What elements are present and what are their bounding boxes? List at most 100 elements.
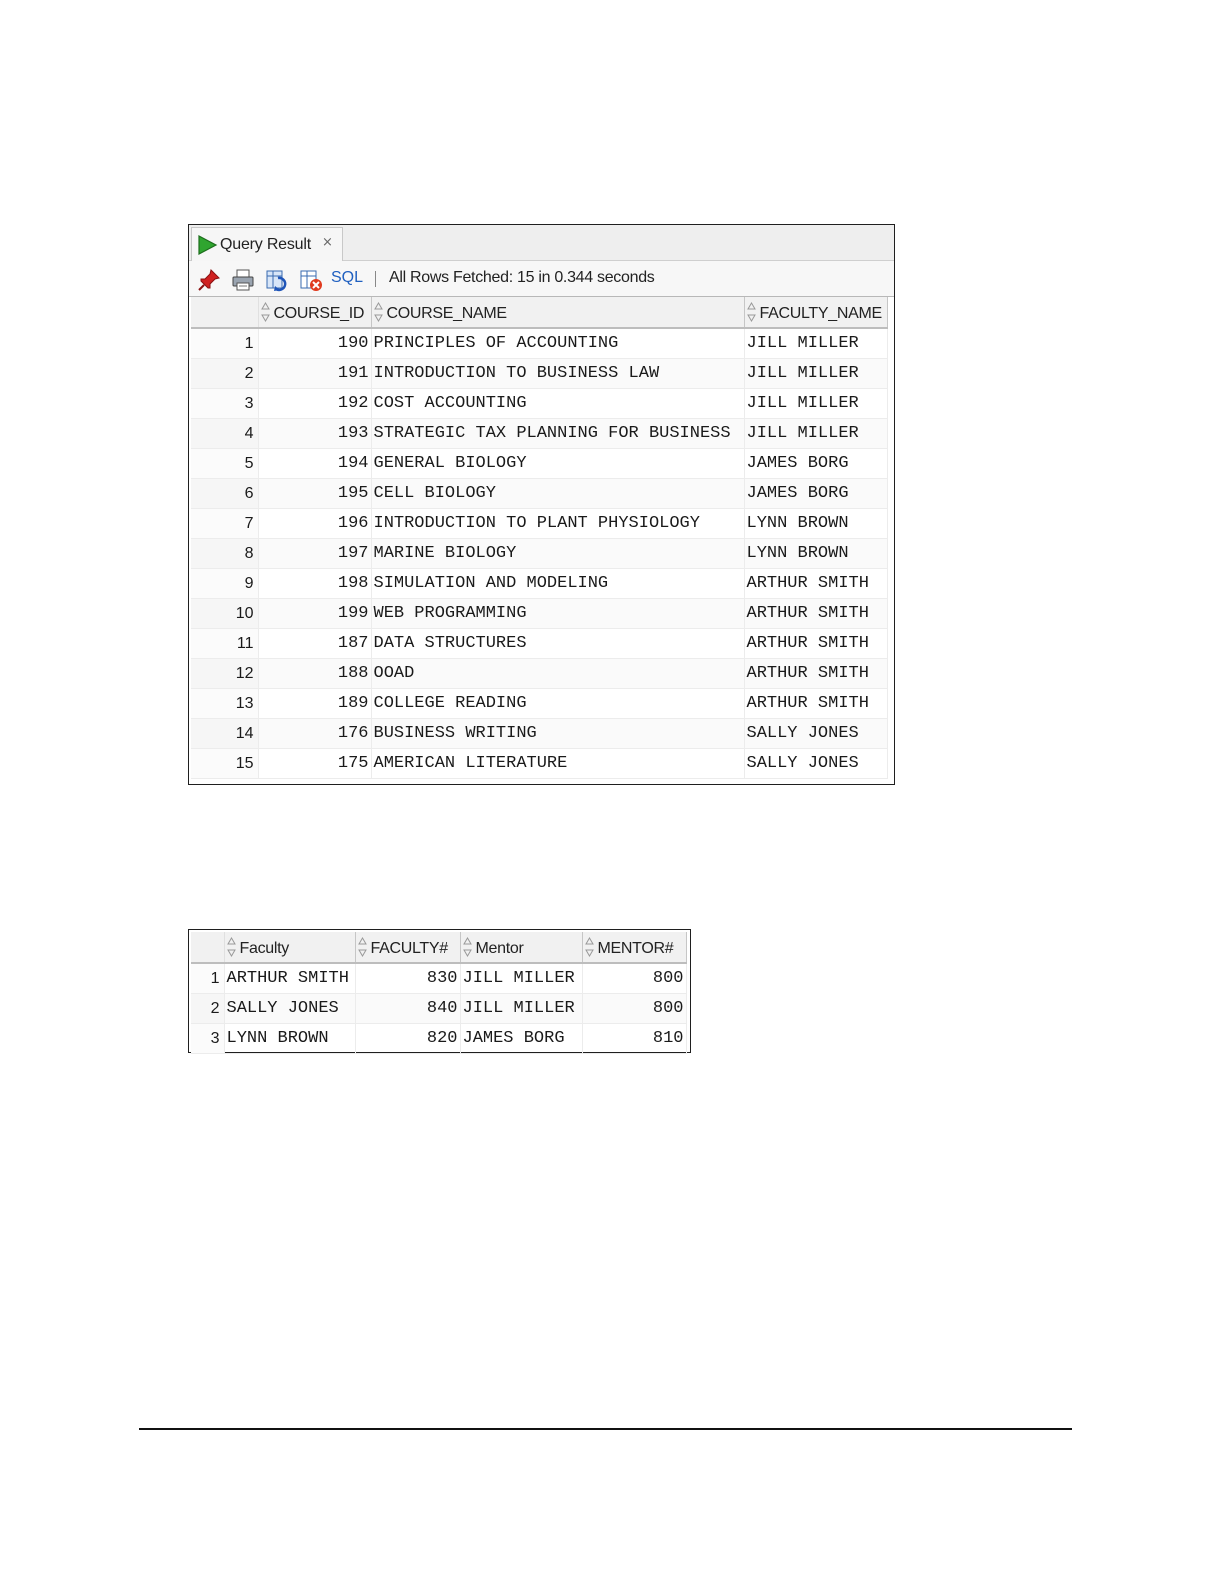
table-cell[interactable]: 191	[258, 358, 372, 389]
table-cell[interactable]: 176	[258, 718, 372, 749]
table-row[interactable]: 9 198 SIMULATION AND MODELING ARTHUR SMITH	[191, 568, 888, 599]
fetch-status: All Rows Fetched: 15 in 0.344 seconds	[389, 269, 655, 286]
column-header-label: FACULTY_NAME	[759, 304, 883, 322]
table-cell[interactable]: ARTHUR SMITH	[744, 568, 888, 599]
table-cell[interactable]: LYNN BROWN	[744, 508, 888, 539]
row-number: 13	[191, 688, 259, 719]
pin-icon[interactable]	[197, 268, 221, 292]
table-cell[interactable]: LYNN BROWN	[224, 1023, 356, 1054]
table-cell[interactable]: PRINCIPLES OF ACCOUNTING	[371, 328, 745, 359]
table-cell[interactable]: ARTHUR SMITH	[744, 598, 888, 629]
table-cell[interactable]: SALLY JONES	[744, 718, 888, 749]
table-cell[interactable]: 800	[582, 963, 687, 994]
table-cell[interactable]: JILL MILLER	[460, 993, 583, 1024]
table-row[interactable]: 2 SALLY JONES 840 JILL MILLER 800	[191, 993, 687, 1024]
table-row[interactable]: 2 191 INTRODUCTION TO BUSINESS LAW JILL MIL…	[191, 358, 888, 389]
table-cell[interactable]: SALLY JONES	[744, 748, 888, 779]
table-cell[interactable]: 195	[258, 478, 372, 509]
table-cell[interactable]: 196	[258, 508, 372, 539]
table-cell[interactable]: INTRODUCTION TO PLANT PHYSIOLOGY	[371, 508, 745, 539]
table-row[interactable]: 1 190 PRINCIPLES OF ACCOUNTING JILL MILLER	[191, 328, 888, 359]
table-cell[interactable]: 820	[355, 1023, 461, 1054]
table-row[interactable]: 3 192 COST ACCOUNTING JILL MILLER	[191, 388, 888, 419]
print-icon[interactable]	[231, 268, 255, 292]
table-cell[interactable]: JILL MILLER	[744, 328, 888, 359]
table-cell[interactable]: INTRODUCTION TO BUSINESS LAW	[371, 358, 745, 389]
sort-icon	[462, 936, 472, 957]
table-cell[interactable]: 192	[258, 388, 372, 419]
table-cell[interactable]: JAMES BORG	[744, 448, 888, 479]
table-cell[interactable]: 175	[258, 748, 372, 779]
table-cell[interactable]: 197	[258, 538, 372, 569]
table-cell[interactable]: JAMES BORG	[460, 1023, 583, 1054]
table-cell[interactable]: GENERAL BIOLOGY	[371, 448, 745, 479]
table-cell[interactable]: 189	[258, 688, 372, 719]
table-row[interactable]: 11 187 DATA STRUCTURES ARTHUR SMITH	[191, 628, 888, 659]
table-row[interactable]: 13 189 COLLEGE READING ARTHUR SMITH	[191, 688, 888, 719]
table-cell[interactable]: SALLY JONES	[224, 993, 356, 1024]
table-cell[interactable]: JAMES BORG	[744, 478, 888, 509]
row-number: 6	[191, 478, 259, 509]
table-row[interactable]: 7 196 INTRODUCTION TO PLANT PHYSIOLOGY LYNN…	[191, 508, 888, 539]
sort-icon	[226, 936, 236, 957]
table-cell[interactable]: BUSINESS WRITING	[371, 718, 745, 749]
table-cell[interactable]: COST ACCOUNTING	[371, 388, 745, 419]
table-cell[interactable]: CELL BIOLOGY	[371, 478, 745, 509]
table-row[interactable]: 4 193 STRATEGIC TAX PLANNING FOR BUSINESS J…	[191, 418, 888, 449]
tab-query-result[interactable]: Query Result ×	[191, 227, 343, 261]
table-cell[interactable]: 840	[355, 993, 461, 1024]
table-cell[interactable]: COLLEGE READING	[371, 688, 745, 719]
table-cell[interactable]: 188	[258, 658, 372, 689]
table-row[interactable]: 12 188 OOAD ARTHUR SMITH	[191, 658, 888, 689]
column-header-course-id[interactable]: COURSE_ID	[258, 297, 372, 329]
freeze-view-icon[interactable]	[299, 268, 323, 292]
table-cell[interactable]: 800	[582, 993, 687, 1024]
table-cell[interactable]: 187	[258, 628, 372, 659]
table-cell[interactable]: WEB PROGRAMMING	[371, 598, 745, 629]
table-cell[interactable]: 194	[258, 448, 372, 479]
table-row[interactable]: 6 195 CELL BIOLOGY JAMES BORG	[191, 478, 888, 509]
table-cell[interactable]: ARTHUR SMITH	[744, 628, 888, 659]
close-icon[interactable]: ×	[322, 235, 333, 250]
table-row[interactable]: 10 199 WEB PROGRAMMING ARTHUR SMITH	[191, 598, 888, 629]
table-cell[interactable]: LYNN BROWN	[744, 538, 888, 569]
table-cell[interactable]: JILL MILLER	[744, 388, 888, 419]
table-cell[interactable]: 810	[582, 1023, 687, 1054]
column-header-mentor[interactable]: Mentor	[460, 932, 583, 964]
table-cell[interactable]: AMERICAN LITERATURE	[371, 748, 745, 779]
table-cell[interactable]: 198	[258, 568, 372, 599]
column-header-label: COURSE_NAME	[386, 304, 508, 322]
table-cell[interactable]: ARTHUR SMITH	[744, 658, 888, 689]
table-row[interactable]: 15 175 AMERICAN LITERATURE SALLY JONES	[191, 748, 888, 779]
table-cell[interactable]: STRATEGIC TAX PLANNING FOR BUSINESS	[371, 418, 745, 449]
table-cell[interactable]: JILL MILLER	[744, 358, 888, 389]
table-cell[interactable]: DATA STRUCTURES	[371, 628, 745, 659]
table-row[interactable]: 1 ARTHUR SMITH 830 JILL MILLER 800	[191, 963, 687, 994]
table-cell[interactable]: JILL MILLER	[460, 963, 583, 994]
column-header-course-name[interactable]: COURSE_NAME	[371, 297, 745, 329]
column-header-mentor-number[interactable]: MENTOR#	[582, 932, 687, 964]
table-row[interactable]: 8 197 MARINE BIOLOGY LYNN BROWN	[191, 538, 888, 569]
sort-icon	[357, 936, 367, 957]
column-header-faculty-number[interactable]: FACULTY#	[355, 932, 461, 964]
table-row[interactable]: 14 176 BUSINESS WRITING SALLY JONES	[191, 718, 888, 749]
table-cell[interactable]: OOAD	[371, 658, 745, 689]
table-cell[interactable]: SIMULATION AND MODELING	[371, 568, 745, 599]
table-cell[interactable]: ARTHUR SMITH	[744, 688, 888, 719]
row-number: 3	[191, 1023, 225, 1054]
sql-link[interactable]: SQL	[331, 269, 363, 287]
column-header-faculty-name[interactable]: FACULTY_NAME	[744, 297, 888, 329]
table-row[interactable]: 3 LYNN BROWN 820 JAMES BORG 810	[191, 1023, 687, 1054]
column-header-faculty[interactable]: Faculty	[224, 932, 356, 964]
table-row[interactable]: 5 194 GENERAL BIOLOGY JAMES BORG	[191, 448, 888, 479]
rownum-header	[191, 297, 259, 329]
table-cell[interactable]: MARINE BIOLOGY	[371, 538, 745, 569]
table-cell[interactable]: 830	[355, 963, 461, 994]
table-cell[interactable]: 193	[258, 418, 372, 449]
sort-icon	[373, 301, 383, 322]
table-cell[interactable]: ARTHUR SMITH	[224, 963, 356, 994]
refresh-icon[interactable]	[265, 268, 289, 292]
table-cell[interactable]: JILL MILLER	[744, 418, 888, 449]
table-cell[interactable]: 199	[258, 598, 372, 629]
table-cell[interactable]: 190	[258, 328, 372, 359]
